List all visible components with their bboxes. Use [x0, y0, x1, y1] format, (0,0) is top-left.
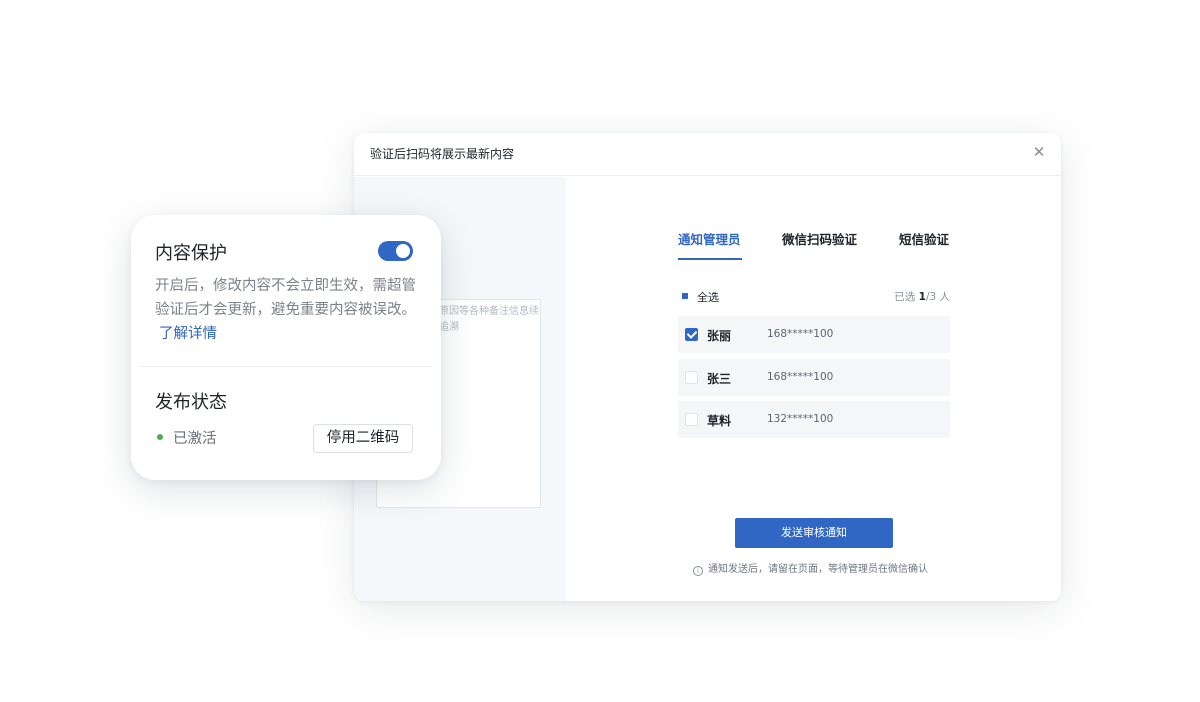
- content-protection-toggle[interactable]: [378, 241, 413, 261]
- member-name: 张丽: [707, 329, 732, 343]
- member-row[interactable]: 张三 168*****100: [678, 359, 950, 396]
- notify-panel: 通知管理员 微信扫码验证 短信验证 全选 已选 1/3 人 张丽 168****…: [566, 177, 1061, 601]
- close-icon[interactable]: ✕: [1029, 142, 1049, 162]
- selected-count-suffix: /3 人: [925, 291, 950, 303]
- tab-notify-admin[interactable]: 通知管理员: [678, 229, 741, 248]
- content-protection-card: 内容保护 开启后，修改内容不会立即生效，需超管验证后才会更新，避免重要内容被误改…: [131, 215, 441, 480]
- member-row[interactable]: 张丽 168*****100: [678, 316, 950, 353]
- member-checkbox[interactable]: [685, 371, 698, 384]
- member-phone: 132*****100: [767, 413, 834, 425]
- send-notification-button[interactable]: 发送审核通知: [735, 518, 893, 548]
- select-all-checkbox[interactable]: [682, 293, 688, 299]
- member-name: 张三: [707, 372, 732, 386]
- member-name: 草料: [707, 414, 732, 428]
- selected-count: 已选 1/3 人: [894, 289, 950, 304]
- member-phone: 168*****100: [767, 328, 834, 340]
- description-text: 开启后，修改内容不会立即生效，需超管验证后才会更新，避免重要内容被误改。: [155, 278, 416, 318]
- member-row[interactable]: 草料 132*****100: [678, 401, 950, 438]
- verification-tabs: 通知管理员 微信扫码验证 短信验证: [678, 229, 950, 261]
- verification-dialog: 验证后扫码将展示最新内容 ✕ 原因等各种备注信息续追溯 通知管理员 微信扫码验证…: [354, 133, 1061, 601]
- status-dot-icon: [157, 434, 163, 440]
- member-phone: 168*****100: [767, 371, 834, 383]
- select-all-row: 全选 已选 1/3 人: [678, 289, 950, 305]
- learn-more-link[interactable]: 了解详情: [159, 326, 217, 342]
- send-hint: i 通知发送后，请留在页面，等待管理员在微信确认: [693, 560, 953, 576]
- selected-count-number: 1: [918, 291, 926, 303]
- toggle-knob: [396, 244, 410, 258]
- hint-text: 通知发送后，请留在页面，等待管理员在微信确认: [708, 564, 928, 575]
- member-checkbox[interactable]: [685, 328, 698, 341]
- select-all-label[interactable]: 全选: [697, 289, 719, 305]
- tab-wechat-scan[interactable]: 微信扫码验证: [782, 229, 857, 248]
- selected-count-prefix: 已选: [894, 291, 919, 303]
- member-checkbox[interactable]: [685, 413, 698, 426]
- divider: [139, 366, 433, 367]
- disable-qrcode-button[interactable]: 停用二维码: [313, 424, 413, 453]
- tab-sms-verify[interactable]: 短信验证: [899, 229, 949, 248]
- note-text: 原因等各种备注信息续追溯: [439, 306, 539, 333]
- content-protection-description: 开启后，修改内容不会立即生效，需超管验证后才会更新，避免重要内容被误改。了解详情: [155, 274, 417, 346]
- dialog-title: 验证后扫码将展示最新内容: [370, 147, 515, 161]
- publish-status-title: 发布状态: [155, 392, 227, 413]
- dialog-header: 验证后扫码将展示最新内容 ✕: [354, 133, 1061, 176]
- content-protection-title: 内容保护: [155, 243, 227, 264]
- info-icon: i: [693, 566, 703, 576]
- active-tab-indicator: [678, 258, 742, 260]
- status-badge: 已激活: [173, 431, 217, 447]
